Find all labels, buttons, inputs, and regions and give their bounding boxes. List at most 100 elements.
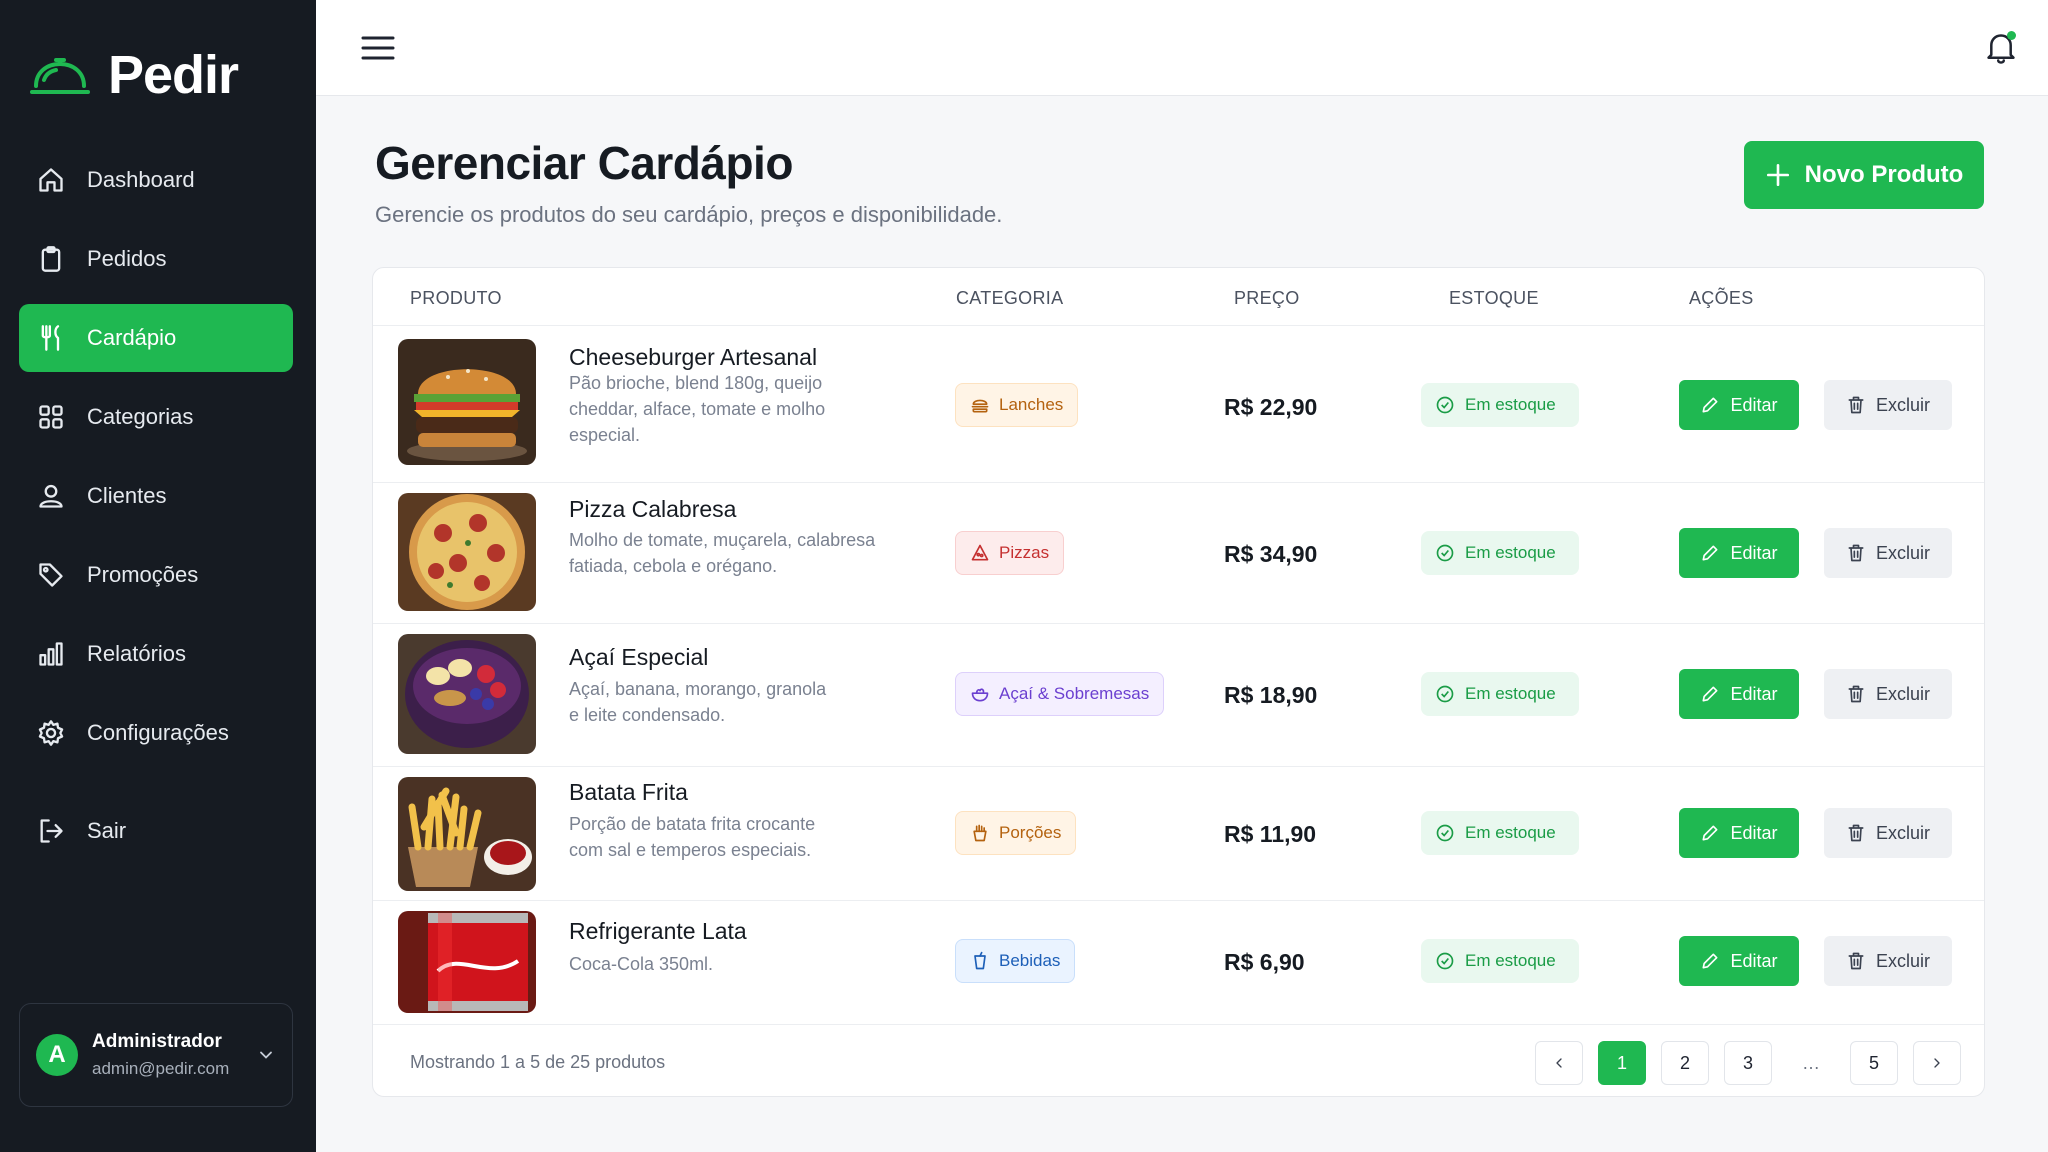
sidebar-item-dashboard[interactable]: Dashboard: [19, 146, 293, 214]
page-button-2[interactable]: 2: [1661, 1041, 1709, 1085]
new-product-button[interactable]: Novo Produto: [1744, 141, 1984, 209]
page-button-3[interactable]: 3: [1724, 1041, 1772, 1085]
category-badge: Porções: [955, 811, 1077, 855]
page-ellipsis: …: [1802, 1052, 1820, 1073]
gear-icon: [37, 719, 65, 747]
menu-icon[interactable]: [361, 34, 395, 62]
delete-button[interactable]: Excluir: [1824, 808, 1952, 858]
sidebar-item-clientes[interactable]: Clientes: [19, 462, 293, 530]
category-badge: Açaí & Sobremesas: [955, 672, 1165, 716]
trash-icon: [1848, 685, 1864, 703]
check-circle-icon: [1436, 824, 1454, 842]
check-circle-icon: [1436, 396, 1454, 414]
stock-badge: Em estoque: [1421, 939, 1579, 983]
edit-label: Editar: [1730, 394, 1778, 415]
category-label: Pizzas: [999, 543, 1050, 562]
sidebar-item-promocoes[interactable]: Promoções: [19, 541, 293, 609]
sidebar-item-label: Pedidos: [87, 246, 167, 271]
pencil-icon: [1702, 953, 1718, 969]
sidebar-item-sair[interactable]: Sair: [19, 797, 293, 865]
fries-icon: [973, 824, 987, 842]
prev-page-button[interactable]: [1535, 1041, 1583, 1085]
sidebar-item-label: Cardápio: [87, 325, 177, 350]
user-email: admin@pedir.com: [92, 1059, 230, 1078]
product-price: R$ 18,90: [1224, 682, 1318, 708]
sidebar-item-label: Sair: [87, 818, 127, 843]
sidebar-item-categorias[interactable]: Categorias: [19, 383, 293, 451]
column-header-estoque: ESTOQUE: [1449, 288, 1539, 308]
delete-button[interactable]: Excluir: [1824, 528, 1952, 578]
stock-badge: Em estoque: [1421, 672, 1579, 716]
sidebar-item-label: Categorias: [87, 404, 194, 429]
sidebar-item-relatorios[interactable]: Relatórios: [19, 620, 293, 688]
category-label: Porções: [999, 823, 1062, 842]
check-circle-icon: [1436, 544, 1454, 562]
product-description: Açaí, banana, morango, granola e leite c…: [569, 679, 827, 725]
sidebar-nav: Dashboard Pedidos Cardápio Categorias Cl…: [19, 146, 293, 876]
page-button-5[interactable]: 5: [1850, 1041, 1898, 1085]
delete-label: Excluir: [1875, 394, 1930, 415]
stock-label: Em estoque: [1465, 951, 1556, 970]
delete-label: Excluir: [1875, 542, 1930, 563]
notification-dot: [2007, 31, 2016, 40]
category-badge: Bebidas: [955, 939, 1076, 983]
product-price: R$ 22,90: [1224, 394, 1318, 420]
user-menu[interactable]: A Administrador admin@pedir.com: [19, 1003, 293, 1107]
edit-label: Editar: [1730, 683, 1778, 704]
product-name: Pizza Calabresa: [569, 496, 737, 522]
stock-badge: Em estoque: [1421, 383, 1579, 427]
sidebar-item-label: Promoções: [87, 562, 199, 587]
user-name: Administrador: [92, 1031, 222, 1052]
trash-icon: [1848, 544, 1864, 562]
tag-icon: [37, 561, 65, 589]
product-image-burger: [398, 339, 536, 465]
app-name: Pedir: [108, 45, 239, 105]
table-row: Açaí Especial Açaí, banana, morango, gra…: [373, 624, 1984, 767]
product-description: Coca-Cola 350ml.: [569, 954, 714, 974]
next-page-button[interactable]: [1913, 1041, 1961, 1085]
pencil-icon: [1702, 825, 1718, 841]
edit-button[interactable]: Editar: [1679, 528, 1799, 578]
sidebar-item-configuracoes[interactable]: Configurações: [19, 699, 293, 767]
product-image-soda: [398, 911, 536, 1013]
product-description: Molho de tomate, muçarela, calabresa fat…: [569, 530, 876, 576]
chevron-down-icon: [260, 1051, 272, 1059]
avatar: A: [36, 1034, 78, 1076]
page-button-1[interactable]: 1: [1598, 1041, 1646, 1085]
sidebar-item-label: Relatórios: [87, 641, 187, 666]
column-header-preco: PREÇO: [1234, 288, 1300, 308]
edit-button[interactable]: Editar: [1679, 380, 1799, 430]
edit-button[interactable]: Editar: [1679, 808, 1799, 858]
sidebar-item-pedidos[interactable]: Pedidos: [19, 225, 293, 293]
sidebar-item-cardapio[interactable]: Cardápio: [19, 304, 293, 372]
column-header-categoria: CATEGORIA: [956, 288, 1064, 308]
chevron-left-icon: [1556, 1058, 1562, 1068]
delete-button[interactable]: Excluir: [1824, 936, 1952, 986]
edit-label: Editar: [1730, 822, 1778, 843]
table-row: Pizza Calabresa Molho de tomate, muçarel…: [373, 483, 1984, 624]
pizza-icon: [971, 544, 989, 561]
app-logo[interactable]: Pedir: [30, 44, 239, 106]
product-name: Açaí Especial: [569, 644, 709, 670]
category-label: Bebidas: [999, 951, 1061, 970]
product-name: Refrigerante Lata: [569, 918, 747, 944]
category-badge: Pizzas: [955, 531, 1065, 575]
table-row: Batata Frita Porção de batata frita croc…: [373, 767, 1984, 901]
chevron-right-icon: [1934, 1058, 1940, 1068]
table-header: PRODUTO CATEGORIA PREÇO ESTOQUE AÇÕES: [373, 268, 1984, 326]
category-label: Lanches: [999, 395, 1064, 414]
new-product-label: Novo Produto: [1804, 161, 1964, 188]
check-circle-icon: [1436, 685, 1454, 703]
edit-button[interactable]: Editar: [1679, 669, 1799, 719]
page-subtitle: Gerencie os produtos do seu cardápio, pr…: [375, 202, 1003, 227]
product-image-pizza: [398, 493, 536, 611]
product-name: Cheeseburger Artesanal: [569, 344, 818, 370]
sidebar: Pedir Dashboard Pedidos Cardápio Categor…: [0, 0, 316, 1152]
edit-button[interactable]: Editar: [1679, 936, 1799, 986]
delete-button[interactable]: Excluir: [1824, 380, 1952, 430]
user-info: Administrador admin@pedir.com: [92, 1031, 242, 1079]
stock-label: Em estoque: [1465, 395, 1556, 414]
notifications-button[interactable]: [1984, 30, 2018, 66]
delete-label: Excluir: [1875, 822, 1930, 843]
delete-button[interactable]: Excluir: [1824, 669, 1952, 719]
